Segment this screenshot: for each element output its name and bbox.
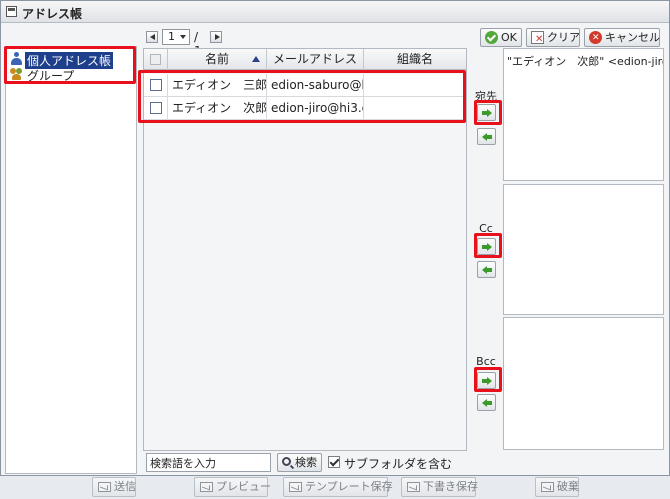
select-all-checkbox[interactable] — [150, 54, 161, 65]
tree-item-label: グループ — [27, 69, 75, 83]
folder-tree: 個人アドレス帳 グループ — [5, 46, 137, 474]
arrow-left-icon — [482, 266, 492, 274]
ok-button[interactable]: OK — [480, 28, 522, 47]
send-button[interactable]: 送信 — [92, 477, 136, 497]
triangle-right-icon — [215, 34, 220, 40]
save-template-button[interactable]: テンプレート保存 — [283, 477, 393, 497]
header-org-label: 組織名 — [396, 52, 433, 66]
arrow-right-icon — [482, 243, 492, 251]
discard-button[interactable]: 破棄 — [535, 477, 579, 497]
row-name: エディオン 三郎 — [168, 74, 267, 97]
add-bcc-button[interactable] — [477, 372, 496, 389]
include-subfolders-label: サブフォルダを含む — [344, 457, 453, 471]
header-name-label: 名前 — [204, 52, 229, 66]
draft-icon — [407, 482, 420, 492]
window-title: アドレス帳 — [22, 7, 83, 21]
cancel-button[interactable]: キャンセル — [584, 28, 660, 47]
save-draft-button[interactable]: 下書き保存 — [401, 477, 478, 497]
arrow-right-icon — [482, 377, 492, 385]
template-icon — [289, 482, 302, 492]
tree-item-group[interactable]: グループ — [9, 66, 135, 83]
ok-button-label: OK — [501, 31, 517, 44]
header-email[interactable]: メールアドレス — [267, 49, 364, 70]
table-row[interactable]: エディオン 三郎 edion-saburo@hi3.enjoy — [144, 74, 466, 97]
footer-toolbar: 送信 プレビュー テンプレート保存 下書き保存 破棄 — [0, 476, 670, 499]
table-header: 名前 メールアドレス 組織名 — [144, 49, 466, 70]
add-to-button[interactable] — [477, 104, 496, 121]
next-page-button[interactable] — [210, 31, 222, 43]
row-email: edion-jiro@hi3.enjoy — [267, 97, 364, 120]
table-row[interactable]: エディオン 次郎 edion-jiro@hi3.enjoy — [144, 97, 466, 120]
send-mail-icon — [98, 482, 111, 492]
preview-icon — [200, 482, 213, 492]
title-bar: アドレス帳 — [1, 1, 669, 23]
arrow-right-icon — [482, 109, 492, 117]
search-button[interactable]: 検索 — [277, 453, 322, 472]
group-icon — [10, 67, 24, 81]
chevron-down-icon — [180, 35, 186, 39]
remove-to-button[interactable] — [477, 128, 496, 145]
row-checkbox[interactable] — [150, 102, 162, 114]
header-email-label: メールアドレス — [272, 52, 357, 66]
clear-button-label: クリア — [547, 31, 580, 44]
row-email: edion-saburo@hi3.enjoy — [267, 74, 364, 97]
tree-item-personal-address-book[interactable]: 個人アドレス帳 — [9, 51, 135, 69]
to-recipients-box[interactable]: "エディオン 次郎" <edion-jiro@hi3.enjoy> — [503, 48, 664, 181]
header-select-all[interactable] — [144, 49, 168, 70]
preview-button[interactable]: プレビュー — [194, 477, 271, 497]
row-org — [364, 97, 464, 120]
person-icon — [10, 52, 23, 65]
page-select[interactable]: 1 — [162, 29, 190, 45]
address-list: 名前 メールアドレス 組織名 エディオン 三郎 edion-saburo@hi3… — [143, 48, 467, 451]
cc-recipients-box[interactable] — [503, 184, 664, 315]
window-icon — [6, 6, 17, 17]
preview-button-label: プレビュー — [216, 480, 271, 493]
header-org[interactable]: 組織名 — [364, 49, 466, 70]
cc-label: Cc — [479, 222, 493, 235]
discard-button-label: 破棄 — [557, 480, 579, 493]
header-name[interactable]: 名前 — [168, 49, 267, 70]
sort-ascending-icon — [252, 56, 260, 62]
add-cc-button[interactable] — [477, 238, 496, 255]
arrow-left-icon — [482, 133, 492, 141]
send-button-label: 送信 — [114, 480, 136, 493]
cancel-button-label: キャンセル — [605, 31, 660, 44]
to-label: 宛先 — [475, 90, 497, 103]
arrow-left-icon — [482, 399, 492, 407]
bcc-recipients-box[interactable] — [503, 317, 664, 450]
clear-icon — [531, 31, 544, 48]
discard-icon — [541, 482, 554, 492]
save-template-button-label: テンプレート保存 — [305, 480, 393, 493]
row-checkbox[interactable] — [150, 79, 162, 91]
search-button-label: 検索 — [295, 456, 317, 469]
check-icon — [485, 31, 498, 44]
page-select-value: 1 — [168, 30, 175, 43]
triangle-left-icon — [150, 34, 155, 40]
include-subfolders-checkbox[interactable] — [328, 456, 340, 468]
search-input[interactable] — [146, 453, 271, 472]
search-icon — [282, 457, 291, 466]
clear-button[interactable]: クリア — [526, 28, 580, 48]
bcc-label: Bcc — [476, 355, 496, 368]
to-recipient-entry[interactable]: "エディオン 次郎" <edion-jiro@hi3.enjoy> — [507, 53, 663, 69]
save-draft-button-label: 下書き保存 — [423, 480, 478, 493]
row-org — [364, 74, 464, 97]
cancel-icon — [589, 30, 602, 47]
prev-page-button[interactable] — [146, 31, 158, 43]
address-book-dialog: アドレス帳 1 / 1 OK クリア キャンセル 個人アドレス帳 グループ 名 — [0, 0, 670, 476]
remove-cc-button[interactable] — [477, 261, 496, 278]
row-name: エディオン 次郎 — [168, 97, 267, 120]
remove-bcc-button[interactable] — [477, 394, 496, 411]
